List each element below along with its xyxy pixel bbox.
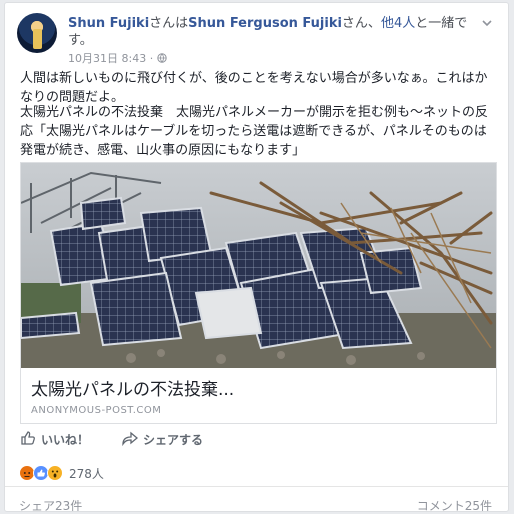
- wow-icon: [47, 465, 63, 481]
- post-text: 人間は新しいものに飛び付くが、後のことを考えない場合が多いなぁ。これはかなりの問…: [20, 71, 488, 105]
- reaction-count[interactable]: 278人: [69, 465, 104, 482]
- like-label: いいね！: [41, 433, 90, 447]
- reaction-summary[interactable]: 278人: [19, 464, 104, 482]
- comment-count[interactable]: コメント25件: [417, 497, 492, 511]
- others-link[interactable]: 他4人: [381, 16, 415, 31]
- share-label: シェアする: [143, 433, 204, 447]
- post-author-line: Shun FujikiさんはShun Ferguson Fujikiさん、他4人…: [68, 15, 488, 49]
- post-header: Shun FujikiさんはShun Ferguson Fujikiさん、他4人…: [17, 13, 498, 66]
- link-preview-image[interactable]: [21, 163, 496, 368]
- with-suffix: さん、: [341, 16, 381, 31]
- share-button[interactable]: シェアする: [122, 430, 203, 449]
- avatar[interactable]: [17, 13, 57, 53]
- share-arrow-icon: [122, 430, 139, 449]
- post-meta: 10月31日 8:43 ·: [68, 50, 167, 66]
- post-card: Shun FujikiさんはShun Ferguson Fujikiさん、他4人…: [4, 2, 509, 512]
- timestamp[interactable]: 10月31日 8:43 ·: [68, 52, 153, 65]
- post-shared-text: 太陽光パネルの不法投棄 太陽光パネルメーカーが開示を拒む例も〜ネットの反応「太陽…: [20, 105, 489, 158]
- thumbs-up-icon: [20, 430, 36, 449]
- with-end2: す。: [68, 33, 93, 48]
- tagged-name[interactable]: Shun Ferguson Fujiki: [188, 16, 342, 31]
- with-prefix: さんは: [149, 16, 189, 31]
- globe-icon: [156, 52, 167, 65]
- link-title[interactable]: 太陽光パネルの不法投棄...: [31, 375, 234, 400]
- share-count[interactable]: シェア23件: [19, 497, 82, 511]
- like-button[interactable]: いいね！: [20, 430, 89, 449]
- with-end: と一緒で: [415, 16, 468, 31]
- chevron-down-icon[interactable]: [480, 15, 494, 29]
- link-domain: ANONYMOUS-POST.COM: [31, 405, 162, 416]
- divider: [5, 486, 508, 487]
- link-preview[interactable]: 太陽光パネルの不法投棄... ANONYMOUS-POST.COM: [20, 162, 497, 424]
- author-name[interactable]: Shun Fujiki: [68, 16, 149, 31]
